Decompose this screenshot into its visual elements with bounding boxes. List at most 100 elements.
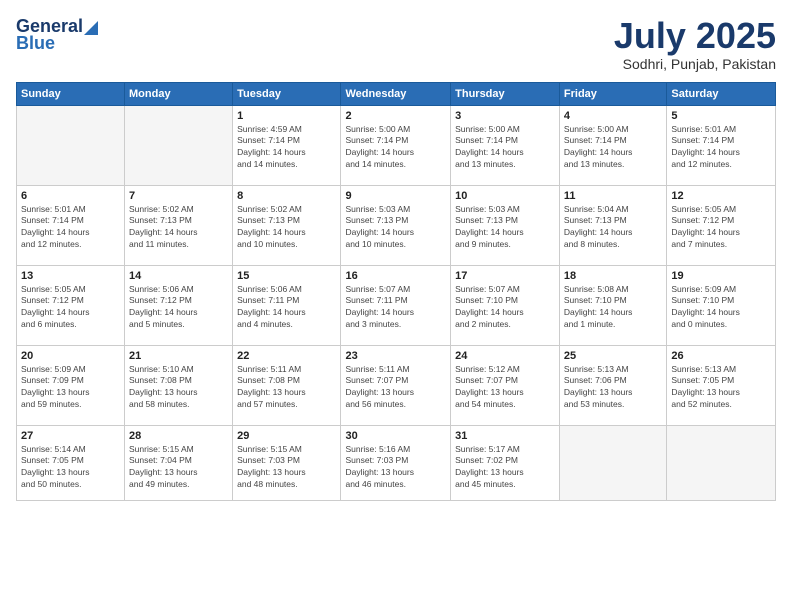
day-number: 6 (21, 190, 120, 202)
day-number: 18 (564, 270, 662, 282)
day-number: 2 (345, 110, 446, 122)
day-info: Sunrise: 5:03 AMSunset: 7:13 PMDaylight:… (455, 204, 555, 252)
table-row: 13Sunrise: 5:05 AMSunset: 7:12 PMDayligh… (17, 265, 125, 345)
day-info: Sunrise: 5:13 AMSunset: 7:06 PMDaylight:… (564, 364, 662, 412)
day-info: Sunrise: 5:02 AMSunset: 7:13 PMDaylight:… (129, 204, 228, 252)
table-row: 5 Sunrise: 5:01 AMSunset: 7:14 PMDaylight… (667, 105, 776, 185)
day-info: Sunrise: 5:09 AMSunset: 7:10 PMDaylight:… (671, 284, 771, 332)
table-row: 16 Sunrise: 5:07 AMSunset: 7:11 PMDayligh… (341, 265, 451, 345)
col-saturday: Saturday (667, 82, 776, 105)
day-number: 11 (564, 190, 662, 202)
day-number: 12 (671, 190, 771, 202)
day-number: 10 (455, 190, 555, 202)
day-number: 17 (455, 270, 555, 282)
calendar: Sunday Monday Tuesday Wednesday Thursday… (16, 82, 776, 501)
logo: General Blue (16, 16, 98, 54)
table-row: 3 Sunrise: 5:00 AMSunset: 7:14 PMDaylight… (451, 105, 560, 185)
table-row: 1 Sunrise: 4:59 AMSunset: 7:14 PMDaylight… (233, 105, 341, 185)
table-row: 2 Sunrise: 5:00 AMSunset: 7:14 PMDaylight… (341, 105, 451, 185)
table-row: 28Sunrise: 5:15 AMSunset: 7:04 PMDayligh… (125, 425, 233, 500)
day-info: Sunrise: 5:15 AMSunset: 7:03 PMDaylight:… (237, 444, 336, 492)
table-row: 26Sunrise: 5:13 AMSunset: 7:05 PMDayligh… (667, 345, 776, 425)
day-info: Sunrise: 5:10 AMSunset: 7:08 PMDaylight:… (129, 364, 228, 412)
day-number: 16 (345, 270, 446, 282)
table-row: 27 Sunrise: 5:14 AMSunset: 7:05 PMDayligh… (17, 425, 125, 500)
day-number: 20 (21, 350, 120, 362)
day-info: Sunrise: 5:11 AMSunset: 7:08 PMDaylight:… (237, 364, 336, 412)
col-sunday: Sunday (17, 82, 125, 105)
day-number: 7 (129, 190, 228, 202)
calendar-header-row: Sunday Monday Tuesday Wednesday Thursday… (17, 82, 776, 105)
table-row (559, 425, 666, 500)
day-info: Sunrise: 5:08 AMSunset: 7:10 PMDaylight:… (564, 284, 662, 332)
table-row: 4 Sunrise: 5:00 AMSunset: 7:14 PMDaylight… (559, 105, 666, 185)
table-row: 6 Sunrise: 5:01 AMSunset: 7:14 PMDaylight… (17, 185, 125, 265)
day-info: Sunrise: 5:04 AMSunset: 7:13 PMDaylight:… (564, 204, 662, 252)
day-info: Sunrise: 5:06 AMSunset: 7:12 PMDaylight:… (129, 284, 228, 332)
day-info: Sunrise: 5:07 AMSunset: 7:11 PMDaylight:… (345, 284, 446, 332)
day-number: 22 (237, 350, 336, 362)
table-row: 22 Sunrise: 5:11 AMSunset: 7:08 PMDayligh… (233, 345, 341, 425)
col-wednesday: Wednesday (341, 82, 451, 105)
day-number: 23 (345, 350, 446, 362)
table-row: 14Sunrise: 5:06 AMSunset: 7:12 PMDayligh… (125, 265, 233, 345)
table-row: 10 Sunrise: 5:03 AMSunset: 7:13 PMDayligh… (451, 185, 560, 265)
logo-triangle-icon (84, 21, 98, 35)
day-info: Sunrise: 5:05 AMSunset: 7:12 PMDaylight:… (671, 204, 771, 252)
month-title: July 2025 (614, 16, 776, 56)
day-number: 25 (564, 350, 662, 362)
day-info: Sunrise: 5:01 AMSunset: 7:14 PMDaylight:… (671, 124, 771, 172)
table-row: 15Sunrise: 5:06 AMSunset: 7:11 PMDayligh… (233, 265, 341, 345)
day-info: Sunrise: 5:11 AMSunset: 7:07 PMDaylight:… (345, 364, 446, 412)
table-row: 19 Sunrise: 5:09 AMSunset: 7:10 PMDayligh… (667, 265, 776, 345)
header: General Blue July 2025 Sodhri, Punjab, P… (16, 16, 776, 72)
table-row: 29Sunrise: 5:15 AMSunset: 7:03 PMDayligh… (233, 425, 341, 500)
day-info: Sunrise: 5:12 AMSunset: 7:07 PMDaylight:… (455, 364, 555, 412)
day-info: Sunrise: 5:14 AMSunset: 7:05 PMDaylight:… (21, 444, 120, 492)
day-number: 1 (237, 110, 336, 122)
day-number: 21 (129, 350, 228, 362)
day-number: 19 (671, 270, 771, 282)
day-number: 3 (455, 110, 555, 122)
day-info: Sunrise: 5:00 AMSunset: 7:14 PMDaylight:… (455, 124, 555, 172)
col-tuesday: Tuesday (233, 82, 341, 105)
day-info: Sunrise: 5:03 AMSunset: 7:13 PMDaylight:… (345, 204, 446, 252)
table-row (125, 105, 233, 185)
day-info: Sunrise: 5:16 AMSunset: 7:03 PMDaylight:… (345, 444, 446, 492)
table-row: 7 Sunrise: 5:02 AMSunset: 7:13 PMDaylight… (125, 185, 233, 265)
table-row: 23 Sunrise: 5:11 AMSunset: 7:07 PMDayligh… (341, 345, 451, 425)
col-friday: Friday (559, 82, 666, 105)
day-info: Sunrise: 5:09 AMSunset: 7:09 PMDaylight:… (21, 364, 120, 412)
table-row: 18 Sunrise: 5:08 AMSunset: 7:10 PMDayligh… (559, 265, 666, 345)
day-info: Sunrise: 5:02 AMSunset: 7:13 PMDaylight:… (237, 204, 336, 252)
title-block: July 2025 Sodhri, Punjab, Pakistan (614, 16, 776, 72)
day-info: Sunrise: 5:15 AMSunset: 7:04 PMDaylight:… (129, 444, 228, 492)
table-row: 9 Sunrise: 5:03 AMSunset: 7:13 PMDaylight… (341, 185, 451, 265)
table-row: 25 Sunrise: 5:13 AMSunset: 7:06 PMDayligh… (559, 345, 666, 425)
day-info: Sunrise: 5:17 AMSunset: 7:02 PMDaylight:… (455, 444, 555, 492)
day-number: 8 (237, 190, 336, 202)
day-number: 9 (345, 190, 446, 202)
table-row: 8 Sunrise: 5:02 AMSunset: 7:13 PMDaylight… (233, 185, 341, 265)
logo-line2: Blue (16, 33, 55, 54)
day-number: 5 (671, 110, 771, 122)
table-row: 11 Sunrise: 5:04 AMSunset: 7:13 PMDayligh… (559, 185, 666, 265)
day-number: 31 (455, 430, 555, 442)
day-number: 27 (21, 430, 120, 442)
day-number: 26 (671, 350, 771, 362)
day-number: 15 (237, 270, 336, 282)
table-row: 12 Sunrise: 5:05 AMSunset: 7:12 PMDayligh… (667, 185, 776, 265)
day-info: Sunrise: 5:00 AMSunset: 7:14 PMDaylight:… (345, 124, 446, 172)
day-number: 4 (564, 110, 662, 122)
day-info: Sunrise: 4:59 AMSunset: 7:14 PMDaylight:… (237, 124, 336, 172)
day-info: Sunrise: 5:01 AMSunset: 7:14 PMDaylight:… (21, 204, 120, 252)
day-number: 30 (345, 430, 446, 442)
day-info: Sunrise: 5:00 AMSunset: 7:14 PMDaylight:… (564, 124, 662, 172)
col-thursday: Thursday (451, 82, 560, 105)
table-row: 24Sunrise: 5:12 AMSunset: 7:07 PMDayligh… (451, 345, 560, 425)
table-row: 21 Sunrise: 5:10 AMSunset: 7:08 PMDayligh… (125, 345, 233, 425)
table-row: 31 Sunrise: 5:17 AMSunset: 7:02 PMDayligh… (451, 425, 560, 500)
table-row: 17Sunrise: 5:07 AMSunset: 7:10 PMDayligh… (451, 265, 560, 345)
col-monday: Monday (125, 82, 233, 105)
page: General Blue July 2025 Sodhri, Punjab, P… (0, 0, 792, 612)
